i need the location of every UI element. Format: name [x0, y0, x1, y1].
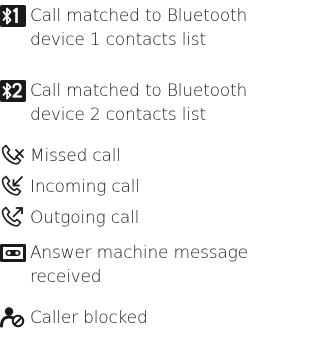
- legend-item-incoming-call: Incoming call: [0, 174, 285, 200]
- legend-label: Caller blocked: [30, 308, 148, 328]
- legend-label: Missed call: [30, 146, 121, 166]
- incoming-call-icon: [0, 174, 26, 198]
- legend-label: Call matched to Bluetooth device 1 conta…: [30, 4, 247, 52]
- legend-item-answer-machine: Answer machine message received: [0, 241, 285, 291]
- bluetooth-device-1-icon: [0, 5, 26, 29]
- legend-label-line2: device 1 contacts list: [30, 30, 206, 50]
- legend-label: Call matched to Bluetooth device 2 conta…: [30, 79, 247, 127]
- caller-blocked-icon: [0, 305, 26, 329]
- legend-item-outgoing-call: Outgoing call: [0, 205, 285, 231]
- legend-label-line1: Call matched to Bluetooth: [30, 81, 248, 101]
- legend-label: Incoming call: [30, 177, 140, 197]
- legend-label-line1: Answer machine message: [30, 243, 248, 263]
- missed-call-icon: [0, 143, 26, 167]
- answer-machine-icon: [0, 242, 26, 266]
- legend-label-line2: received: [30, 267, 102, 287]
- legend-label-line1: Call matched to Bluetooth: [30, 6, 248, 26]
- legend-item-bluetooth-device-1: Call matched to Bluetooth device 1 conta…: [0, 4, 285, 54]
- legend-label: Answer machine message received: [30, 241, 248, 289]
- outgoing-call-icon: [0, 205, 26, 229]
- call-icon-legend: Call matched to Bluetooth device 1 conta…: [0, 0, 285, 351]
- bluetooth-device-2-icon: [0, 80, 26, 104]
- legend-item-caller-blocked: Caller blocked: [0, 305, 285, 331]
- legend-item-missed-call: Missed call: [0, 143, 285, 169]
- legend-label: Outgoing call: [30, 208, 140, 228]
- legend-item-bluetooth-device-2: Call matched to Bluetooth device 2 conta…: [0, 79, 285, 129]
- legend-label-line2: device 2 contacts list: [30, 105, 206, 125]
